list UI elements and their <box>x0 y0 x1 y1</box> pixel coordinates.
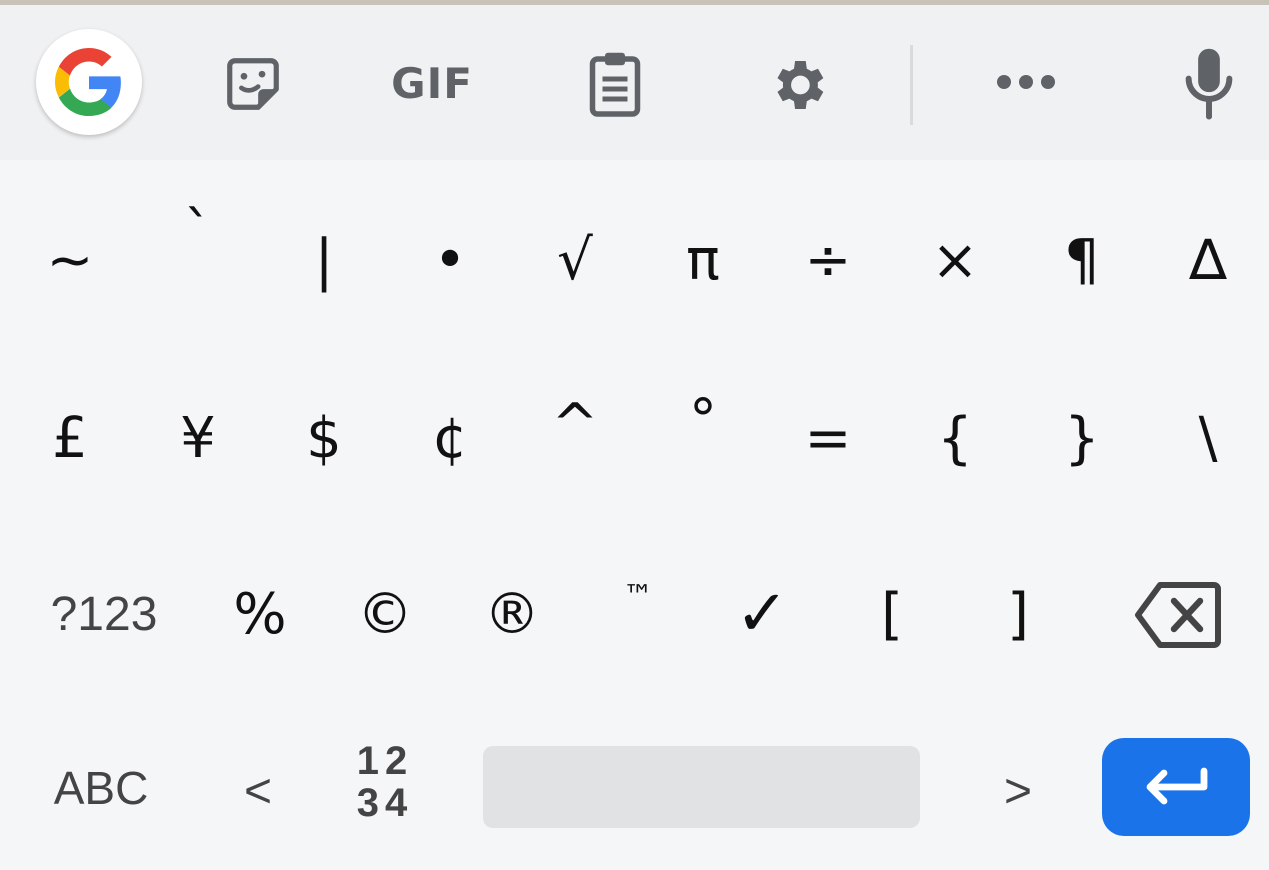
key-divide[interactable]: ÷ <box>788 210 868 310</box>
key-right-brace[interactable]: } <box>1042 388 1122 488</box>
key-label: £ <box>52 405 88 471</box>
key-label: √ <box>557 227 593 293</box>
numpad-line-1: 12 <box>356 739 414 783</box>
key-label: \ <box>1198 405 1218 471</box>
settings-button[interactable] <box>763 50 833 120</box>
key-left-brace[interactable]: { <box>915 388 995 488</box>
symbol-keyboard: ~ ` | • √ π ÷ × ¶ ∆ £ ¥ $ ¢ ^ ° = { } \ … <box>0 160 1269 870</box>
enter-arrow-icon <box>1146 767 1208 805</box>
google-search-button[interactable] <box>36 29 142 135</box>
key-backslash[interactable]: \ <box>1168 388 1248 488</box>
key-label: ° <box>689 387 717 453</box>
key-label: [ <box>881 581 903 647</box>
key-right-bracket[interactable]: ] <box>978 564 1058 664</box>
key-label: ^ <box>551 391 599 457</box>
key-label: ∆ <box>1189 227 1227 293</box>
key-equals[interactable]: = <box>788 388 868 488</box>
key-label: © <box>357 581 413 647</box>
key-bullet[interactable]: • <box>410 210 490 310</box>
key-label: $ <box>306 405 342 471</box>
key-label: ™ <box>623 578 653 614</box>
more-icon <box>997 75 1055 89</box>
key-pound[interactable]: £ <box>30 388 110 488</box>
key-backtick[interactable]: ` <box>158 200 238 310</box>
key-multiply[interactable]: × <box>915 210 995 310</box>
key-label: < <box>243 764 273 818</box>
key-label: } <box>1064 405 1100 471</box>
key-pi[interactable]: π <box>663 210 743 310</box>
google-icon <box>55 48 121 116</box>
settings-gear-icon <box>777 61 824 109</box>
key-label: ?123 <box>50 587 158 641</box>
key-label: π <box>686 227 720 293</box>
key-cent[interactable]: ¢ <box>410 388 490 488</box>
key-less-than[interactable]: < <box>222 746 294 836</box>
key-copyright[interactable]: © <box>345 564 425 664</box>
sticker-icon <box>227 58 279 110</box>
key-greater-than[interactable]: > <box>982 746 1054 836</box>
key-label: % <box>233 581 287 647</box>
key-label: ABC <box>53 762 149 814</box>
backspace-icon <box>1135 582 1221 648</box>
key-label: ¢ <box>432 405 468 471</box>
key-label: ® <box>484 581 540 647</box>
microphone-icon <box>1185 48 1233 120</box>
gif-label: GIF <box>391 58 473 108</box>
key-label: ~ <box>46 227 94 293</box>
key-label: • <box>433 227 467 293</box>
keyboard-toolbar: GIF <box>0 5 1269 160</box>
key-degree[interactable]: ° <box>663 388 743 488</box>
key-pipe[interactable]: | <box>284 210 364 310</box>
key-label: ` <box>184 199 212 265</box>
key-yen[interactable]: ¥ <box>158 388 238 488</box>
sticker-button[interactable] <box>218 49 288 119</box>
key-trademark[interactable]: ™ <box>598 564 678 664</box>
key-sqrt[interactable]: √ <box>535 210 615 310</box>
key-label: × <box>931 227 979 293</box>
gif-button[interactable]: GIF <box>382 55 482 111</box>
clipboard-icon <box>589 52 641 117</box>
key-label: > <box>1003 764 1033 818</box>
key-registered[interactable]: ® <box>472 564 552 664</box>
numpad-line-2: 34 <box>356 781 414 825</box>
key-tilde[interactable]: ~ <box>30 210 110 310</box>
key-delta[interactable]: ∆ <box>1168 210 1248 310</box>
key-abc[interactable]: ABC <box>45 740 157 836</box>
key-label: ✓ <box>735 577 789 651</box>
key-label: ÷ <box>804 227 852 293</box>
voice-input-button[interactable] <box>1177 43 1241 125</box>
clipboard-button[interactable] <box>580 47 650 121</box>
key-label: = <box>804 405 852 471</box>
key-checkmark[interactable]: ✓ <box>722 564 802 664</box>
key-numpad[interactable]: 12 34 <box>350 740 420 836</box>
toolbar-divider <box>910 45 913 125</box>
key-label: | <box>314 227 334 293</box>
key-dollar[interactable]: $ <box>284 388 364 488</box>
key-label: { <box>937 405 973 471</box>
key-caret[interactable]: ^ <box>535 388 615 488</box>
enter-button[interactable] <box>1102 738 1250 836</box>
key-label: ¶ <box>1064 227 1100 293</box>
key-left-bracket[interactable]: [ <box>852 564 932 664</box>
more-button[interactable] <box>990 60 1062 104</box>
key-backspace[interactable] <box>1126 570 1230 660</box>
key-label: ¥ <box>180 405 216 471</box>
key-percent[interactable]: % <box>220 564 300 664</box>
key-pilcrow[interactable]: ¶ <box>1042 210 1122 310</box>
key-label: ] <box>1007 581 1029 647</box>
spacebar[interactable] <box>483 746 920 828</box>
key-symbols-mode[interactable]: ?123 <box>40 564 168 664</box>
